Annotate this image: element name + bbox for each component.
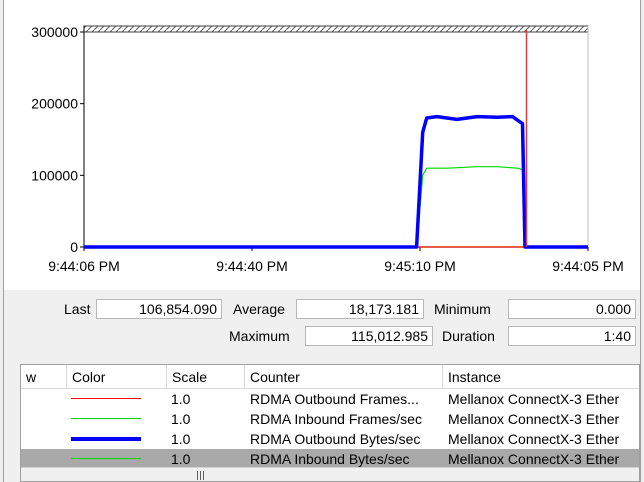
- color-swatch: [71, 418, 141, 419]
- x-tick-label: 9:45:10 PM: [384, 258, 456, 274]
- minimum-label: Minimum: [434, 301, 491, 317]
- minimum-value: 0.000: [508, 299, 636, 319]
- scale-cell: 1.0: [171, 451, 191, 467]
- maximum-label: Maximum: [229, 328, 290, 344]
- x-tick-label: 9:44:06 PM: [48, 258, 120, 274]
- column-header-counter[interactable]: Counter: [245, 365, 443, 389]
- scale-cell: 1.0: [171, 411, 191, 427]
- horizontal-scrollbar[interactable]: [21, 467, 639, 481]
- scroll-grip-icon[interactable]: [197, 471, 205, 480]
- y-tick-label: 300000: [31, 24, 78, 40]
- average-value: 18,173.181: [296, 299, 424, 319]
- instance-cell: Mellanox ConnectX-3 Ether: [448, 411, 620, 427]
- legend-row[interactable]: 1.0 RDMA Outbound Bytes/sec Mellanox Conne…: [21, 429, 639, 449]
- scale-cell: 1.0: [171, 431, 191, 447]
- instance-cell: Mellanox ConnectX-3 Ether: [448, 451, 620, 467]
- legend-row[interactable]: 1.0 RDMA Inbound Frames/sec Mellanox Conne…: [21, 409, 639, 429]
- counter-legend-list[interactable]: w Color Scale Counter Instance 1.0 RDMA O…: [20, 364, 640, 482]
- last-value: 106,854.090: [96, 299, 222, 319]
- scale-cell: 1.0: [171, 391, 191, 407]
- line-chart: 300000 200000 100000 0 9:44:06 PM 9:44:40 PM 9…: [31, 24, 624, 274]
- y-tick-label: 100000: [31, 167, 78, 183]
- overflow-band: [83, 25, 589, 33]
- column-header-scale[interactable]: Scale: [167, 365, 245, 389]
- legend-row[interactable]: 1.0 RDMA Inbound Bytes/sec Mellanox Connec…: [21, 449, 639, 469]
- x-tick-label: 9:44:05 PM: [552, 258, 624, 274]
- plot-area: [84, 32, 588, 247]
- x-tick-label: 9:44:40 PM: [216, 258, 288, 274]
- performance-graph[interactable]: 300000 200000 100000 0 9:44:06 PM 9:44:40 PM 9…: [4, 0, 640, 290]
- counter-cell: RDMA Outbound Bytes/sec: [250, 431, 421, 447]
- duration-value: 1:40: [508, 326, 636, 346]
- color-swatch: [71, 437, 141, 441]
- duration-label: Duration: [442, 328, 495, 344]
- maximum-value: 115,012.985: [305, 326, 433, 346]
- color-swatch: [71, 398, 141, 399]
- last-label: Last: [64, 301, 91, 317]
- legend-row[interactable]: 1.0 RDMA Outbound Frames... Mellanox Conne…: [21, 389, 639, 409]
- instance-cell: Mellanox ConnectX-3 Ether: [448, 391, 620, 407]
- y-tick-label: 200000: [31, 96, 78, 112]
- column-header-instance[interactable]: Instance: [443, 365, 639, 389]
- statistics-bar: Last 106,854.090 Average 18,173.181 Mini…: [0, 290, 644, 352]
- instance-cell: Mellanox ConnectX-3 Ether: [448, 431, 620, 447]
- average-label: Average: [233, 301, 285, 317]
- counter-cell: RDMA Inbound Bytes/sec: [250, 451, 410, 467]
- color-swatch: [71, 458, 141, 459]
- counter-cell: RDMA Inbound Frames/sec: [250, 411, 422, 427]
- legend-header: w Color Scale Counter Instance: [21, 365, 639, 389]
- counter-cell: RDMA Outbound Frames...: [250, 391, 419, 407]
- window-right-edge: [640, 0, 641, 482]
- y-tick-label: 0: [70, 239, 78, 255]
- column-header-show[interactable]: w: [21, 365, 67, 389]
- column-header-color[interactable]: Color: [67, 365, 167, 389]
